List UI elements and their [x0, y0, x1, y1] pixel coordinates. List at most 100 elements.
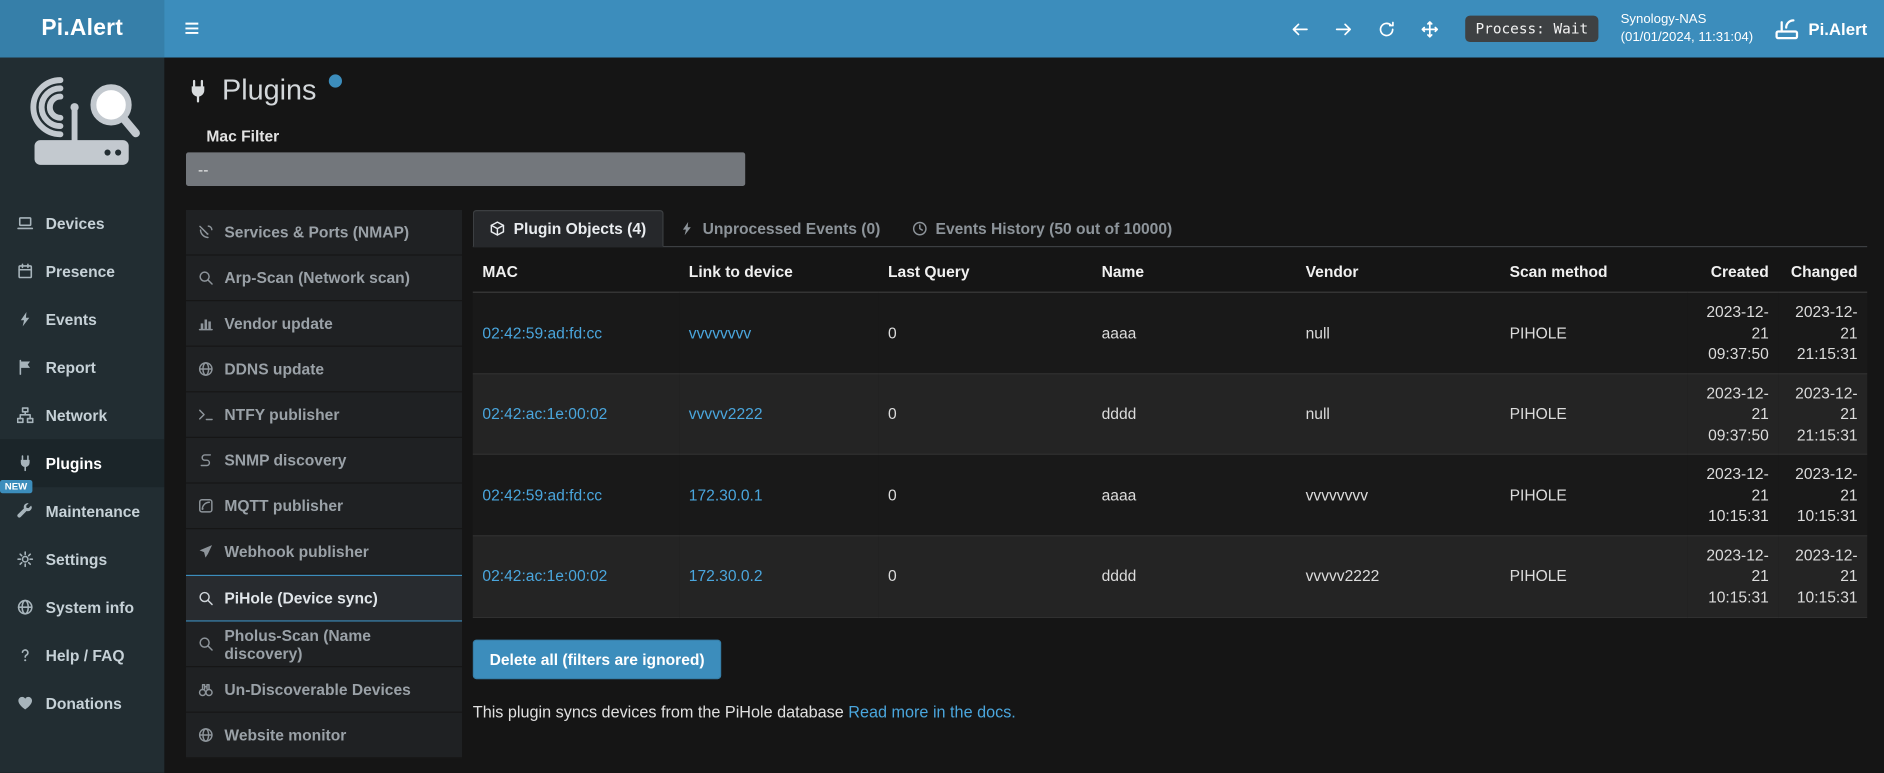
sidebar-item-report[interactable]: Report — [0, 343, 164, 391]
device-link[interactable]: vvvvv2222 — [689, 405, 763, 423]
changed-cell: 2023-12-21 21:15:31 — [1778, 373, 1867, 454]
col-header-mac[interactable]: MAC — [473, 252, 679, 292]
info-badge[interactable] — [328, 74, 341, 87]
scan-method-cell: PIHOLE — [1500, 455, 1687, 536]
sidebar-item-settings[interactable]: Settings — [0, 535, 164, 583]
sidebar-item-label: Help / FAQ — [46, 646, 125, 664]
plugin-nav-label: Arp-Scan (Network scan) — [224, 269, 410, 287]
col-header-changed[interactable]: Changed — [1778, 252, 1867, 292]
table-row: 02:42:59:ad:fd:cc vvvvvvvv 0 aaaa null P… — [473, 292, 1867, 373]
mac-filter-input[interactable] — [186, 152, 745, 186]
plugin-nav-label: MQTT publisher — [224, 497, 343, 515]
refresh-icon — [1377, 20, 1395, 38]
plugin-nav-label: Services & Ports (NMAP) — [224, 223, 409, 241]
sidebar-item-label: Report — [46, 358, 96, 376]
col-header-created[interactable]: Created — [1687, 252, 1778, 292]
sidebar-item-help-faq[interactable]: Help / FAQ — [0, 631, 164, 679]
satellite-dish-icon — [198, 224, 214, 240]
sidebar-item-presence[interactable]: Presence — [0, 247, 164, 295]
plugin-nav-item-website-monitor[interactable]: Website monitor — [186, 713, 462, 759]
tab-plugin-objects[interactable]: Plugin Objects (4) — [473, 210, 663, 247]
flag-icon — [17, 359, 34, 376]
content-row: Services & Ports (NMAP) Arp-Scan (Networ… — [186, 210, 1884, 758]
col-header-scan-method[interactable]: Scan method — [1500, 252, 1687, 292]
plugin-nav-item-services-ports[interactable]: Services & Ports (NMAP) — [186, 210, 462, 256]
brand-logo[interactable]: Pi.Alert — [0, 0, 164, 58]
bolt-icon — [679, 220, 695, 236]
nav-forward-button[interactable] — [1334, 20, 1352, 38]
binoculars-icon — [198, 682, 214, 698]
sidebar-item-label: Donations — [46, 694, 122, 712]
send-icon — [198, 544, 214, 560]
tab-label: Events History (50 out of 10000) — [936, 219, 1173, 237]
sidebar-item-events[interactable]: Events — [0, 295, 164, 343]
host-name: Synology-NAS — [1621, 10, 1754, 28]
move-button[interactable] — [1420, 20, 1438, 38]
sidebar-item-label: Presence — [46, 262, 115, 280]
device-link[interactable]: vvvvvvvv — [689, 323, 751, 341]
calendar-icon — [17, 263, 34, 280]
changed-cell: 2023-12-21 10:15:31 — [1778, 455, 1867, 536]
tab-label: Unprocessed Events (0) — [703, 219, 881, 237]
clock-icon — [912, 220, 928, 236]
host-time: (01/01/2024, 11:31:04) — [1621, 29, 1754, 47]
globe-icon — [17, 599, 34, 616]
device-link[interactable]: 172.30.0.1 — [689, 486, 763, 504]
sidebar-item-donations[interactable]: Donations — [0, 679, 164, 727]
globe-icon — [198, 361, 214, 377]
tab-unprocessed-events[interactable]: Unprocessed Events (0) — [663, 210, 896, 246]
col-header-link-to-device[interactable]: Link to device — [679, 252, 878, 292]
mac-link[interactable]: 02:42:59:ad:fd:cc — [482, 323, 602, 341]
delete-all-button[interactable]: Delete all (filters are ignored) — [473, 639, 722, 679]
mac-filter-label: Mac Filter — [206, 127, 1884, 145]
created-cell: 2023-12-21 10:15:31 — [1687, 455, 1778, 536]
plugin-nav-item-snmp-discovery[interactable]: SNMP discovery — [186, 438, 462, 484]
bolt-icon — [17, 311, 34, 328]
plugin-nav-item-arp-scan[interactable]: Arp-Scan (Network scan) — [186, 256, 462, 302]
process-status-badge: Process: Wait — [1465, 16, 1599, 42]
heart-icon — [17, 695, 34, 712]
mac-link[interactable]: 02:42:ac:1e:00:02 — [482, 405, 607, 423]
sidebar-item-label: Devices — [46, 214, 105, 232]
mac-link[interactable]: 02:42:ac:1e:00:02 — [482, 567, 607, 585]
plugin-nav-item-webhook-publisher[interactable]: Webhook publisher — [186, 529, 462, 575]
table-header-row: MAC Link to device Last Query Name Vendo… — [473, 252, 1867, 292]
search-icon — [198, 590, 214, 606]
plugin-nav-item-ddns-update[interactable]: DDNS update — [186, 347, 462, 393]
plugin-nav-item-mqtt-publisher[interactable]: MQTT publisher — [186, 484, 462, 530]
topbar-brand-right[interactable]: Pi.Alert — [1775, 17, 1867, 41]
plugin-nav-item-undiscoverable-devices[interactable]: Un-Discoverable Devices — [186, 667, 462, 713]
sidebar-toggle-button[interactable]: ≡ — [164, 0, 219, 58]
plugin-nav-label: Webhook publisher — [224, 542, 368, 560]
refresh-button[interactable] — [1377, 20, 1395, 38]
sidebar-item-network[interactable]: Network — [0, 391, 164, 439]
mac-link[interactable]: 02:42:59:ad:fd:cc — [482, 486, 602, 504]
tab-events-history[interactable]: Events History (50 out of 10000) — [896, 210, 1188, 246]
last-query-cell: 0 — [878, 292, 1092, 373]
plugin-nav-item-pholus-scan[interactable]: Pholus-Scan (Name discovery) — [186, 622, 462, 668]
nav-back-button[interactable] — [1291, 20, 1309, 38]
vendor-cell: null — [1296, 373, 1500, 454]
sidebar-item-system-info[interactable]: System info — [0, 583, 164, 631]
plugin-nav-label: Website monitor — [224, 726, 346, 744]
plugin-nav-item-ntfy-publisher[interactable]: NTFY publisher — [186, 392, 462, 438]
scan-method-cell: PIHOLE — [1500, 373, 1687, 454]
topbar-nav-icons — [1291, 20, 1439, 38]
sidebar-item-label: System info — [46, 598, 134, 616]
sidebar-item-maintenance[interactable]: NEW Maintenance — [0, 487, 164, 535]
col-header-vendor[interactable]: Vendor — [1296, 252, 1500, 292]
plugin-nav-item-vendor-update[interactable]: Vendor update — [186, 301, 462, 347]
col-header-name[interactable]: Name — [1092, 252, 1296, 292]
col-header-last-query[interactable]: Last Query — [878, 252, 1092, 292]
created-cell: 2023-12-21 09:37:50 — [1687, 292, 1778, 373]
router-icon — [1775, 17, 1799, 41]
plugin-nav-item-pihole-device-sync[interactable]: PiHole (Device sync) — [186, 575, 462, 622]
device-link[interactable]: 172.30.0.2 — [689, 567, 763, 585]
sidebar-item-devices[interactable]: Devices — [0, 199, 164, 247]
sidebar-item-label: Network — [46, 406, 108, 424]
tab-label: Plugin Objects (4) — [514, 220, 647, 238]
docs-link[interactable]: Read more in the docs. — [848, 703, 1015, 721]
sidebar-menu: Devices Presence Events Report Network — [0, 199, 164, 727]
search-icon — [198, 270, 214, 286]
page-header: Plugins — [186, 72, 1884, 110]
